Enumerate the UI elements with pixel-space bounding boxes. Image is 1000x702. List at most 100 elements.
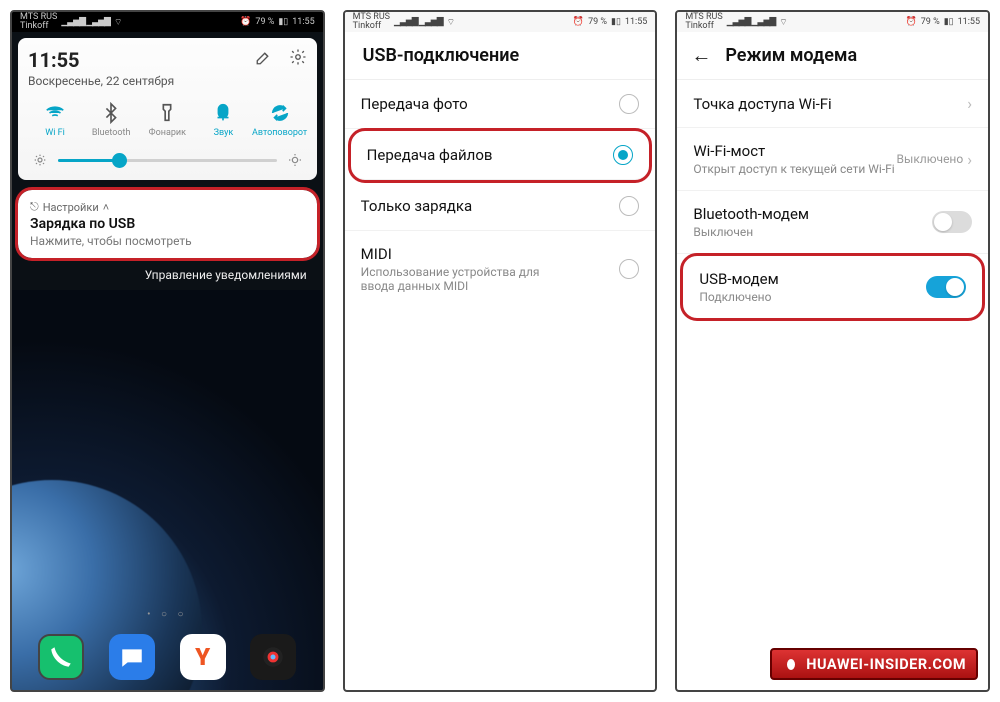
- option-label: Точка доступа Wi-Fi: [693, 95, 831, 113]
- tile-sound[interactable]: Звук: [196, 102, 250, 138]
- quick-tiles: Wi Fi Bluetooth Фонарик Звук Автоповорот: [28, 102, 307, 138]
- battery-pct: 79 %: [255, 17, 274, 27]
- carrier-2: Tinkoff: [353, 22, 390, 31]
- usb-option-midi[interactable]: MIDI Использование устройства для ввода …: [345, 231, 656, 307]
- camera-app-icon[interactable]: [250, 634, 296, 680]
- tile-flashlight-label: Фонарик: [149, 128, 186, 138]
- option-label: Только зарядка: [361, 197, 472, 215]
- home-wallpaper: • ○ ○ Y: [12, 290, 323, 690]
- usb-option-charge[interactable]: Только зарядка: [345, 182, 656, 231]
- phone-screenshot-2: MTS RUS Tinkoff ▁▃▅▇ ▁▃▅▇ ⌔ ⏰ 79 % ▮▯ 11…: [343, 10, 658, 692]
- status-bar: MTS RUS Tinkoff ▁▃▅▇ ▁▃▅▇ ⌔ ⏰ 79 % ▮▯ 11…: [12, 12, 323, 32]
- tether-wifi-bridge[interactable]: Wi-Fi-мост Открыт доступ к текущей сети …: [677, 128, 988, 191]
- wifi-status-icon: ⌔: [114, 17, 122, 28]
- chevron-up-icon: ˄: [103, 201, 109, 214]
- shade-clock: 11:55: [28, 48, 174, 72]
- alarm-icon: ⏰: [906, 17, 917, 27]
- battery-icon: ▮▯: [611, 17, 621, 27]
- radio-icon: [619, 196, 639, 216]
- page-title: USB-подключение: [363, 45, 519, 66]
- tile-bluetooth-label: Bluetooth: [92, 128, 131, 138]
- tile-bluetooth[interactable]: Bluetooth: [84, 102, 138, 138]
- battery-icon: ▮▯: [278, 17, 288, 27]
- wifi-status-icon: ⌔: [779, 17, 787, 28]
- chevron-right-icon: ›: [967, 94, 972, 113]
- notif-title: Зарядка по USB: [30, 216, 305, 232]
- manage-notifications-link[interactable]: Управление уведомлениями: [12, 268, 307, 282]
- gear-icon[interactable]: [289, 48, 307, 70]
- toggle-switch[interactable]: [926, 276, 966, 298]
- option-sub: Выключен: [693, 225, 809, 239]
- status-bar: MTS RUS Tinkoff ▁▃▅▇ ▁▃▅▇ ⌔ ⏰ 79 % ▮▯ 11…: [677, 12, 988, 32]
- battery-icon: ▮▯: [944, 17, 954, 27]
- tether-wifi-hotspot[interactable]: Точка доступа Wi-Fi ›: [677, 80, 988, 128]
- tile-autorotate-label: Автоповорот: [252, 128, 307, 138]
- status-time: 11:55: [958, 17, 980, 27]
- signal-icon: ▁▃▅▇ ▁▃▅▇: [61, 17, 110, 27]
- alarm-icon: ⏰: [573, 17, 584, 27]
- chevron-right-icon: ›: [967, 150, 972, 169]
- toggle-switch[interactable]: [932, 211, 972, 233]
- brightness-auto-icon: [287, 152, 303, 168]
- tile-wifi[interactable]: Wi Fi: [28, 102, 82, 138]
- tile-autorotate[interactable]: Автоповорот: [253, 102, 307, 138]
- notif-app-name: Настройки: [43, 201, 99, 214]
- option-label: Bluetooth-модем: [693, 205, 809, 223]
- huawei-logo-icon: [782, 655, 800, 673]
- page-title: Режим модема: [725, 45, 857, 66]
- option-label: USB-модем: [699, 270, 778, 288]
- option-value: Выключено: [897, 152, 964, 166]
- status-time: 11:55: [625, 17, 647, 27]
- battery-pct: 79 %: [921, 17, 940, 27]
- back-icon[interactable]: ←: [691, 43, 711, 68]
- phone-screenshot-1: MTS RUS Tinkoff ▁▃▅▇ ▁▃▅▇ ⌔ ⏰ 79 % ▮▯ 11…: [10, 10, 325, 692]
- phone-app-icon[interactable]: [38, 634, 84, 680]
- battery-pct: 79 %: [588, 17, 607, 27]
- tile-wifi-label: Wi Fi: [45, 128, 65, 138]
- option-label: Передача файлов: [367, 146, 493, 164]
- app-dock: Y: [12, 634, 323, 680]
- brightness-slider[interactable]: [58, 159, 277, 162]
- alarm-icon: ⏰: [240, 17, 251, 27]
- option-label: MIDI: [361, 245, 571, 263]
- carrier-2: Tinkoff: [20, 22, 57, 31]
- tether-options-list: Точка доступа Wi-Fi › Wi-Fi-мост Открыт …: [677, 80, 988, 320]
- radio-icon: [619, 94, 639, 114]
- page-indicator: • ○ ○: [12, 609, 323, 620]
- page-header: ← Режим модема: [677, 32, 988, 80]
- signal-icon: ▁▃▅▇ ▁▃▅▇: [727, 17, 776, 27]
- option-label: Wi-Fi-мост: [693, 142, 894, 160]
- tether-usb-modem[interactable]: USB-модем Подключено: [683, 256, 982, 318]
- status-bar: MTS RUS Tinkoff ▁▃▅▇ ▁▃▅▇ ⌔ ⏰ 79 % ▮▯ 11…: [345, 12, 656, 32]
- usb-option-photo[interactable]: Передача фото: [345, 80, 656, 129]
- option-sub: Подключено: [699, 290, 778, 304]
- signal-icon: ▁▃▅▇ ▁▃▅▇: [394, 17, 443, 27]
- radio-icon: [619, 259, 639, 279]
- usb-icon: ⎋: [30, 200, 39, 214]
- brightness-low-icon: [32, 152, 48, 168]
- shade-date: Воскресенье, 22 сентября: [28, 74, 174, 88]
- watermark-badge: HUAWEI-INSIDER.COM: [770, 648, 978, 680]
- tether-bluetooth[interactable]: Bluetooth-модем Выключен: [677, 191, 988, 254]
- edit-icon[interactable]: [255, 48, 273, 70]
- usb-option-files[interactable]: Передача файлов: [351, 131, 650, 180]
- watermark-text: HUAWEI-INSIDER.COM: [806, 656, 966, 673]
- option-sub: Открыт доступ к текущей сети Wi-Fi: [693, 162, 894, 176]
- messages-app-icon[interactable]: [109, 634, 155, 680]
- tile-flashlight[interactable]: Фонарик: [140, 102, 194, 138]
- brightness-row: [28, 152, 307, 174]
- radio-icon: [613, 145, 633, 165]
- quick-settings-panel: 11:55 Воскресенье, 22 сентября Wi Fi Blu…: [18, 38, 317, 180]
- page-header: USB-подключение: [345, 32, 656, 80]
- phone-screenshot-3: MTS RUS Tinkoff ▁▃▅▇ ▁▃▅▇ ⌔ ⏰ 79 % ▮▯ 11…: [675, 10, 990, 692]
- usb-options-list: Передача фото Передача файлов Только зар…: [345, 80, 656, 307]
- yandex-app-icon[interactable]: Y: [180, 634, 226, 680]
- option-sub: Использование устройства для ввода данны…: [361, 265, 571, 293]
- tile-sound-label: Звук: [214, 128, 234, 138]
- usb-notification[interactable]: ⎋ Настройки ˄ Зарядка по USB Нажмите, чт…: [18, 190, 317, 258]
- notif-subtitle: Нажмите, чтобы посмотреть: [30, 234, 305, 248]
- option-label: Передача фото: [361, 95, 468, 113]
- status-time: 11:55: [292, 17, 314, 27]
- wifi-status-icon: ⌔: [447, 17, 455, 28]
- carrier-2: Tinkoff: [685, 22, 722, 31]
